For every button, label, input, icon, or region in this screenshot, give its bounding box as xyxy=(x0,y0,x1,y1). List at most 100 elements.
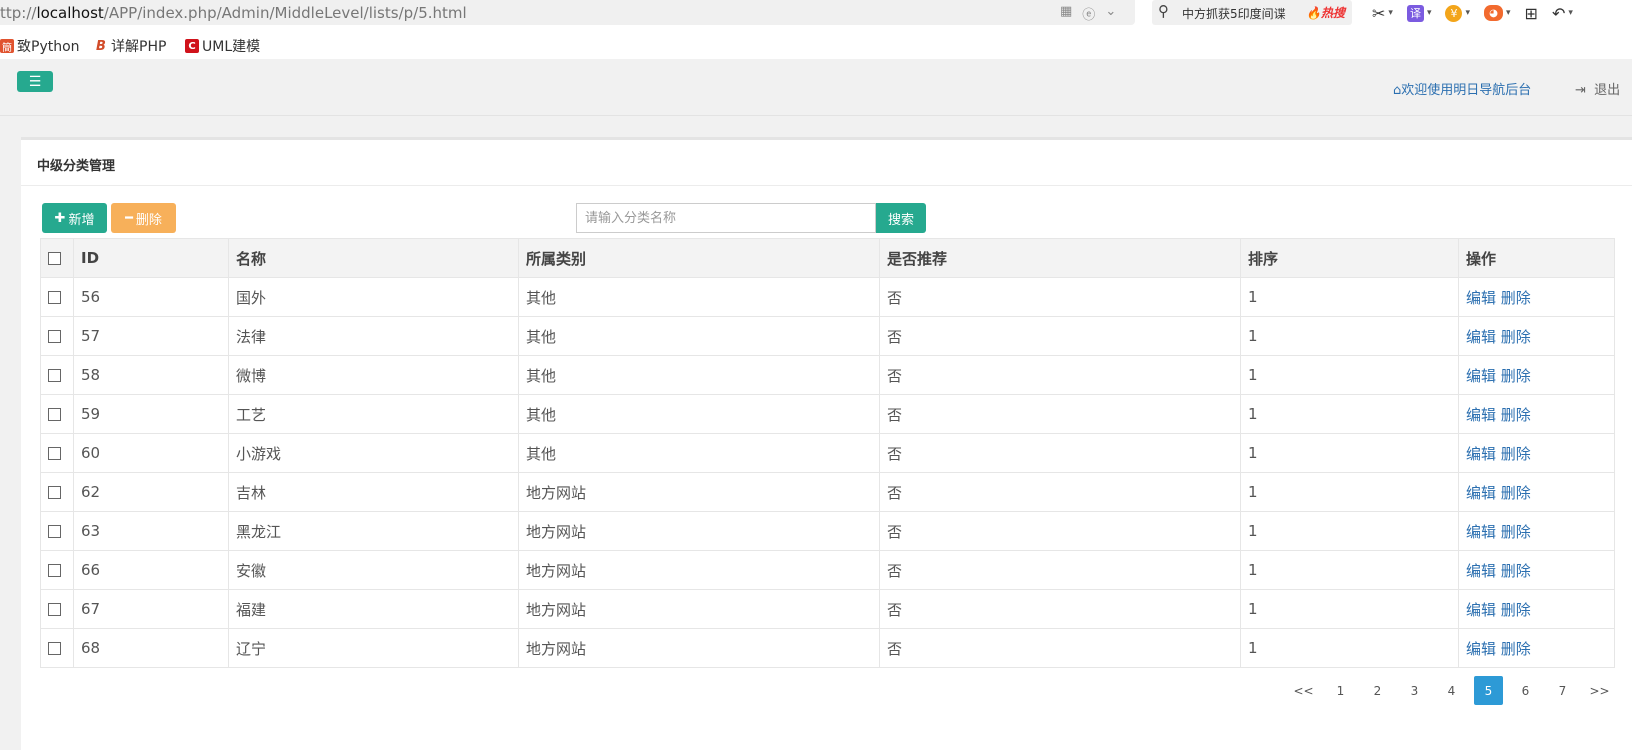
logout-link[interactable]: ⇥ 退出 xyxy=(1575,79,1620,98)
table-row: 60 小游戏 其他否 1 编辑 删除 xyxy=(40,433,1615,473)
row-select-cell xyxy=(40,511,74,551)
row-select-cell xyxy=(40,277,74,317)
column-header-category[interactable]: 所属类别 xyxy=(518,238,880,278)
cell-id: 58 xyxy=(73,355,229,395)
minus-icon: ━ xyxy=(125,210,133,226)
coin-shield-icon[interactable]: ¥ ▾ xyxy=(1445,2,1470,24)
table-body: 56 国外 其他否 1 编辑 删除 57 法律 其他否 1 编辑 删除 58 微博 其他否 1 编辑 删除 5… xyxy=(40,277,1615,668)
address-bar[interactable]: ttp://localhost/APP/index.php/Admin/Midd… xyxy=(0,0,1135,25)
edit-link[interactable]: 编辑 xyxy=(1466,289,1496,307)
delete-link[interactable]: 删除 xyxy=(1501,289,1531,307)
welcome-link[interactable]: ⌂欢迎使用明日导航后台 xyxy=(1393,79,1531,98)
cell-id: 57 xyxy=(73,316,229,356)
translate-icon[interactable]: 译 ▾ xyxy=(1406,2,1431,24)
add-label: 新增 xyxy=(68,212,95,228)
cell-recommend: 否 xyxy=(879,316,1241,356)
page-link[interactable]: 6 xyxy=(1507,676,1544,705)
row-select-cell xyxy=(40,355,74,395)
url-text[interactable]: ttp://localhost/APP/index.php/Admin/Midd… xyxy=(0,4,467,22)
edit-link[interactable]: 编辑 xyxy=(1466,523,1496,541)
cell-name: 工艺 xyxy=(228,394,519,434)
cell-name: 国外 xyxy=(228,277,519,317)
qr-code-icon[interactable]: ▦ xyxy=(1060,4,1072,23)
row-checkbox[interactable] xyxy=(48,603,61,616)
gamepad-icon[interactable]: ◕ ▾ xyxy=(1484,2,1511,24)
page-link[interactable]: 1 xyxy=(1322,676,1359,705)
delete-link[interactable]: 删除 xyxy=(1501,601,1531,619)
page-link[interactable]: << xyxy=(1285,676,1322,705)
column-header-name[interactable]: 名称 xyxy=(228,238,519,278)
delete-link[interactable]: 删除 xyxy=(1501,445,1531,463)
category-search-input[interactable] xyxy=(576,203,876,233)
row-checkbox[interactable] xyxy=(48,330,61,343)
row-select-cell xyxy=(40,472,74,512)
undo-icon[interactable]: ↶ ▾ xyxy=(1552,2,1573,24)
ie-mode-icon[interactable]: ⓔ xyxy=(1082,4,1095,23)
search-suggestion-text[interactable]: 中方抓获5印度间谍 xyxy=(1182,5,1286,22)
column-header-id[interactable]: ID xyxy=(73,238,229,278)
row-checkbox[interactable] xyxy=(48,642,61,655)
logout-label: 退出 xyxy=(1594,83,1621,98)
cell-recommend: 否 xyxy=(879,277,1241,317)
bookmark-php[interactable]: B 详解PHP xyxy=(94,36,166,56)
edit-link[interactable]: 编辑 xyxy=(1466,328,1496,346)
browser-search-box[interactable]: ⚲ 中方抓获5印度间谍 🔥热搜 xyxy=(1152,0,1352,25)
grid-apps-icon[interactable]: ⊞ xyxy=(1525,2,1538,24)
hot-search-label: 热搜 xyxy=(1320,6,1345,20)
address-bar-icons: ▦ ⓔ ⌄ xyxy=(1060,4,1116,23)
row-select-cell xyxy=(40,394,74,434)
bookmark-favicon-icon: 簡 xyxy=(0,39,14,54)
page-link[interactable]: >> xyxy=(1581,676,1618,705)
search-button[interactable]: 搜索 xyxy=(876,203,926,233)
add-button[interactable]: ✚ 新增 xyxy=(42,203,107,233)
cell-recommend: 否 xyxy=(879,511,1241,551)
select-all-checkbox[interactable] xyxy=(48,252,61,265)
category-table: ID 名称 所属类别 是否推荐 排序 操作 56 国外 其他否 1 编辑 删除 57 法律其… xyxy=(40,238,1615,668)
cell-name: 安徽 xyxy=(228,550,519,590)
bookmark-uml[interactable]: C UML建模 xyxy=(185,36,260,56)
hamburger-icon: ☰ xyxy=(28,73,42,90)
edit-link[interactable]: 编辑 xyxy=(1466,601,1496,619)
row-checkbox[interactable] xyxy=(48,447,61,460)
bookmark-python[interactable]: 簡 致Python xyxy=(0,36,80,56)
row-checkbox[interactable] xyxy=(48,525,61,538)
page-link[interactable]: 3 xyxy=(1396,676,1433,705)
edit-link[interactable]: 编辑 xyxy=(1466,562,1496,580)
page-link[interactable]: 2 xyxy=(1359,676,1396,705)
column-header-sort[interactable]: 排序 xyxy=(1240,238,1459,278)
delete-link[interactable]: 删除 xyxy=(1501,562,1531,580)
batch-delete-button[interactable]: ━ 删除 xyxy=(111,203,176,233)
chevron-down-icon[interactable]: ⌄ xyxy=(1105,4,1116,23)
bookmark-label: UML建模 xyxy=(202,39,261,55)
url-prefix: ttp:// xyxy=(0,4,37,22)
cell-category: 地方网站 xyxy=(518,550,880,590)
cell-recommend: 否 xyxy=(879,433,1241,473)
cell-id: 56 xyxy=(73,277,229,317)
row-checkbox[interactable] xyxy=(48,369,61,382)
row-checkbox[interactable] xyxy=(48,486,61,499)
page-link[interactable]: 4 xyxy=(1433,676,1470,705)
edit-link[interactable]: 编辑 xyxy=(1466,406,1496,424)
delete-link[interactable]: 删除 xyxy=(1501,406,1531,424)
row-checkbox[interactable] xyxy=(48,408,61,421)
page-link[interactable]: 7 xyxy=(1544,676,1581,705)
sign-out-icon: ⇥ xyxy=(1575,83,1586,98)
delete-link[interactable]: 删除 xyxy=(1501,640,1531,658)
edit-link[interactable]: 编辑 xyxy=(1466,445,1496,463)
cell-category: 其他 xyxy=(518,277,880,317)
row-checkbox[interactable] xyxy=(48,291,61,304)
cell-id: 60 xyxy=(73,433,229,473)
column-header-recommend[interactable]: 是否推荐 xyxy=(879,238,1241,278)
edit-link[interactable]: 编辑 xyxy=(1466,367,1496,385)
scissors-icon[interactable]: ✂ ▾ xyxy=(1372,2,1393,24)
page-current[interactable]: 5 xyxy=(1474,676,1503,705)
row-checkbox[interactable] xyxy=(48,564,61,577)
cell-actions: 编辑 删除 xyxy=(1458,628,1615,668)
delete-link[interactable]: 删除 xyxy=(1501,484,1531,502)
delete-link[interactable]: 删除 xyxy=(1501,523,1531,541)
delete-link[interactable]: 删除 xyxy=(1501,367,1531,385)
menu-toggle-button[interactable]: ☰ xyxy=(17,71,53,92)
edit-link[interactable]: 编辑 xyxy=(1466,640,1496,658)
delete-link[interactable]: 删除 xyxy=(1501,328,1531,346)
edit-link[interactable]: 编辑 xyxy=(1466,484,1496,502)
